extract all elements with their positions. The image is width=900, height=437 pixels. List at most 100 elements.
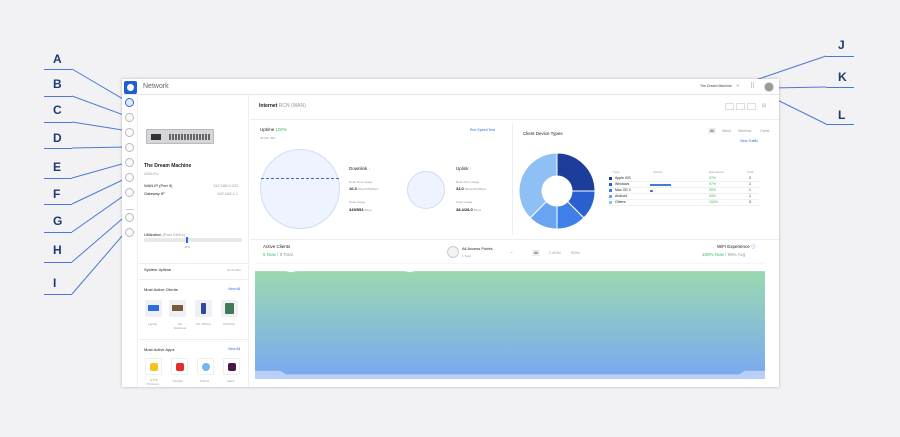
wifi-experience-title: WiFi Experience ⓘ	[717, 244, 756, 249]
tab-wireless[interactable]: Wireless	[736, 128, 753, 134]
apps-grid-icon[interactable]: ⠿	[750, 83, 755, 90]
view-toggle-button[interactable]	[736, 103, 745, 110]
app-color-swatch	[202, 363, 210, 371]
active-clients-count: 5 Now / 8 Total	[263, 252, 293, 257]
system-uptime-label: System Uptime	[144, 267, 172, 272]
downlink-realtime-value: 16.3 Mbps/553Mbps	[349, 186, 379, 191]
notifications-icon[interactable]	[125, 213, 134, 222]
dashboard-icon[interactable]	[125, 98, 134, 107]
view-toggle-button[interactable]	[725, 103, 734, 110]
legend-swatch	[609, 201, 612, 204]
clients-icon[interactable]	[125, 143, 134, 152]
uptime-label: Uptime 100%	[260, 127, 288, 132]
donut-slice-apple-ios[interactable]	[556, 152, 596, 192]
topology-icon[interactable]	[125, 113, 134, 122]
device-type-experience: 99%	[709, 194, 717, 198]
legend-swatch	[609, 189, 612, 192]
uplink-gauge	[407, 171, 445, 209]
chevron-down-icon[interactable]: ⌄	[510, 249, 513, 254]
device-type-total: 1	[749, 188, 751, 192]
app-label: Slack	[227, 379, 235, 383]
device-type-total: 1	[749, 194, 751, 198]
band-5ghz[interactable]: 5GHz	[569, 250, 582, 256]
device-type-total: 2	[749, 176, 751, 180]
macbook-icon[interactable]	[169, 300, 186, 317]
active-clients-title: Active Clients	[263, 244, 291, 249]
phone-icon[interactable]	[195, 300, 212, 317]
user-avatar[interactable]	[764, 82, 774, 92]
client-device-types-title: Client Device Types	[523, 131, 563, 136]
uptime-duration: 3d 21h 49m	[260, 136, 276, 140]
col-experience: Experience	[709, 170, 725, 174]
band-2-4ghz[interactable]: 2.4GHz	[547, 250, 563, 256]
internet-title: Internet RCN (WAN)	[259, 103, 306, 109]
app-color-swatch	[176, 363, 184, 371]
client-label: Ms. iPhone	[196, 322, 212, 326]
utilization-marker	[186, 237, 189, 243]
tab-wired[interactable]: Wired	[720, 128, 733, 134]
wan-ip-label: WAN IP (Port 9)	[144, 183, 173, 188]
site-selector[interactable]: The Dream Machine	[700, 84, 732, 88]
app-label: iCloud	[200, 379, 209, 383]
access-points-total: 1 Total	[462, 254, 471, 258]
export-icon[interactable]: ⊟	[762, 103, 766, 109]
network-logo-icon[interactable]	[124, 81, 137, 94]
device-type-experience: 100%	[709, 200, 718, 204]
most-active-apps-title: Most Active Apps	[144, 347, 175, 352]
apps-view-all-link[interactable]: View All	[228, 347, 240, 351]
active-clients-area-chart	[255, 263, 765, 379]
app-color-swatch	[228, 363, 236, 371]
client-label: Laptop	[148, 322, 158, 326]
client-label: Old iPad	[223, 322, 235, 326]
device-type-name: Mac OS X	[615, 188, 631, 192]
speed-test-link[interactable]: Run Speed Test	[470, 128, 495, 132]
chevron-down-icon[interactable]: ✕	[736, 83, 739, 88]
view-toggle-button[interactable]	[747, 103, 756, 110]
downlink-realtime-label: Real-Time Usage	[349, 180, 373, 184]
alerts-icon[interactable]	[125, 188, 134, 197]
clients-view-all-link[interactable]: View All	[228, 287, 240, 291]
cloud-icon[interactable]	[197, 358, 214, 375]
device-panel: The Dream Machine UDM-Pro WAN IP (Port 9…	[139, 95, 249, 387]
lock-icon[interactable]	[145, 358, 162, 375]
access-point-icon	[447, 246, 459, 258]
app-label: Youtube	[172, 379, 183, 383]
client-device-donut-chart	[518, 152, 596, 230]
device-type-row[interactable]: Others 100% 3	[609, 200, 759, 206]
access-points-selector[interactable]: All Access Points	[462, 246, 492, 251]
devices-icon[interactable]	[125, 128, 134, 137]
utilization-percent: 44%	[184, 245, 191, 249]
col-type: Type	[613, 170, 620, 174]
device-type-total: 1	[749, 182, 751, 186]
utilization-label: Utilization (Past 24Hrs)	[144, 232, 185, 237]
device-type-name: Android	[615, 194, 628, 198]
app-window: Network The Dream Machine ✕ ⠿ The Dream …	[122, 79, 779, 387]
col-activity: Activity	[653, 170, 663, 174]
youtube-icon[interactable]	[171, 358, 188, 375]
tab-all[interactable]: All	[708, 128, 716, 134]
wan-ip-value: 192.168.0.232	[213, 183, 239, 188]
gateway-ip-value: 192.168.1.1	[217, 191, 239, 196]
device-type-experience: 97%	[709, 176, 717, 180]
slack-icon[interactable]	[223, 358, 240, 375]
col-total: Total	[747, 170, 754, 174]
device-type-total: 3	[749, 200, 751, 204]
view-traffic-link[interactable]: View Traffic	[740, 139, 758, 143]
tablet-icon[interactable]	[221, 300, 238, 317]
statistics-icon[interactable]	[125, 158, 134, 167]
uplink-realtime-value: 33.0 Mbps/28.0Mbps	[456, 186, 487, 191]
band-all[interactable]: All	[532, 250, 540, 256]
app-title: Network	[143, 83, 169, 90]
uplink-peak-label: Peak Usage	[456, 200, 473, 204]
laptop-icon[interactable]	[145, 300, 162, 317]
tab-guest[interactable]: Guest	[758, 128, 771, 134]
insights-icon[interactable]	[125, 173, 134, 182]
active-clients-chart	[255, 263, 765, 379]
device-model: UDM-Pro	[144, 172, 159, 176]
device-type-experience: 97%	[709, 182, 717, 186]
system-uptime-value: 3d 4h 46m	[227, 268, 242, 272]
series-total-area	[255, 271, 765, 379]
client-label: My Macbook	[173, 322, 187, 330]
settings-icon[interactable]	[125, 228, 134, 237]
device-image	[146, 129, 214, 144]
